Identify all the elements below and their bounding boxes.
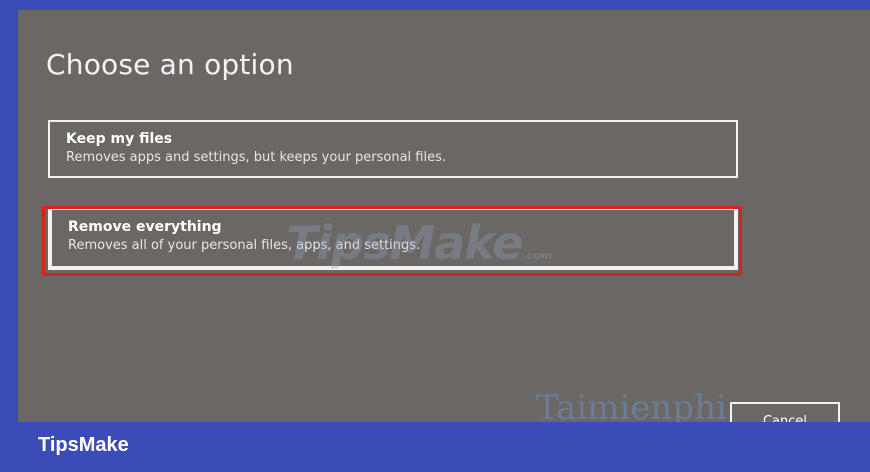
option-keep-my-files-content: Keep my files Removes apps and settings,… xyxy=(50,122,736,176)
option-description: Removes all of your personal files, apps… xyxy=(68,238,421,253)
brand-bar: TipsMake xyxy=(0,422,870,472)
option-keep-my-files[interactable]: Keep my files Removes apps and settings,… xyxy=(48,120,738,178)
page-title: Choose an option xyxy=(46,48,294,81)
option-description: Removes apps and settings, but keeps you… xyxy=(66,150,447,165)
brand-logo: TipsMake xyxy=(38,434,129,456)
cancel-button[interactable]: Cancel xyxy=(730,402,840,422)
dialog-panel: Choose an option Keep my files Removes a… xyxy=(18,10,870,422)
option-remove-everything-content: Remove everything Removes all of your pe… xyxy=(50,208,736,268)
option-title: Keep my files xyxy=(66,131,173,147)
option-remove-everything[interactable]: Remove everything Removes all of your pe… xyxy=(48,206,738,270)
option-title: Remove everything xyxy=(68,219,222,235)
watermark-taimienphi: Taimienphi xyxy=(536,388,727,422)
